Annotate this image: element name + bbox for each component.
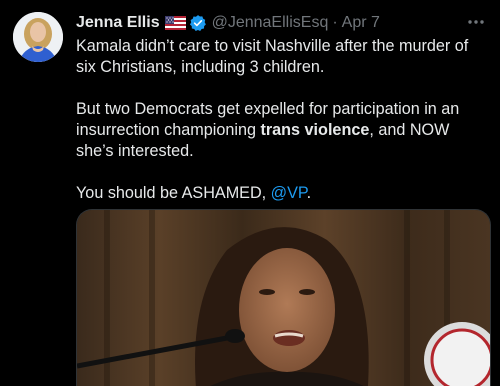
tweet-media[interactable] xyxy=(76,209,491,386)
verified-badge-icon[interactable] xyxy=(189,14,207,32)
author-handle[interactable]: @JennaEllisEsq xyxy=(212,14,329,32)
tweet-text-line3-pre: You should be ASHAMED, xyxy=(76,184,271,202)
more-options-icon[interactable] xyxy=(466,14,486,30)
mention-link[interactable]: @VP xyxy=(271,184,307,202)
us-flag-icon xyxy=(164,16,186,30)
tweet-text-line3-post: . xyxy=(306,184,312,202)
tweet-header: Jenna Ellis @JennaEllisEsq · Apr 7 xyxy=(76,12,486,34)
tweet-paragraph-3: You should be ASHAMED, @VP. xyxy=(76,183,490,204)
author-name[interactable]: Jenna Ellis xyxy=(76,14,160,32)
avatar-photo xyxy=(13,12,63,62)
avatar[interactable] xyxy=(13,12,63,62)
tweet-text: Kamala didn’t care to visit Nashville af… xyxy=(76,36,490,225)
separator-dot: · xyxy=(332,14,338,31)
tweet-paragraph-1: Kamala didn’t care to visit Nashville af… xyxy=(76,36,490,78)
tweet-text-bold: trans violence xyxy=(260,121,370,139)
tweet-text-line1: Kamala didn’t care to visit Nashville af… xyxy=(76,37,469,76)
tweet-date[interactable]: Apr 7 xyxy=(342,14,380,32)
tweet-paragraph-2: But two Democrats get expelled for parti… xyxy=(76,99,490,162)
tweet-card[interactable]: Jenna Ellis @JennaEllisEsq · Apr 7 Kamal… xyxy=(0,0,500,386)
media-photo xyxy=(77,210,490,386)
